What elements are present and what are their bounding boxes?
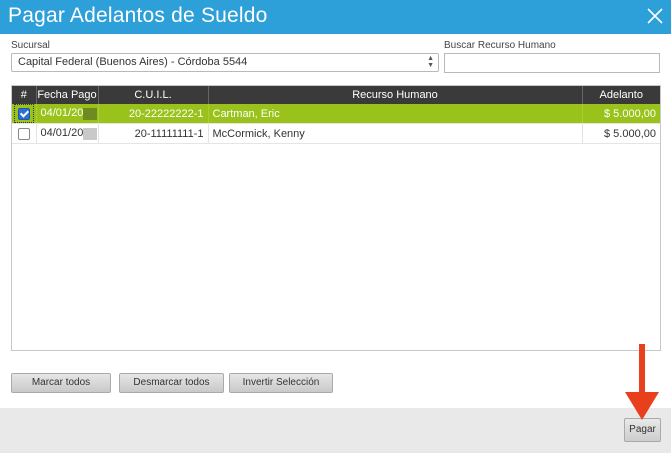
date-cell: 04/01/20 bbox=[36, 123, 99, 144]
col-header-cuil[interactable]: C.U.I.L. bbox=[98, 86, 209, 104]
deselect-all-button[interactable]: Desmarcar todos bbox=[119, 373, 224, 393]
table-row[interactable]: 04/01/20 20-22222222-1 Cartman, Eric $ 5… bbox=[12, 104, 660, 124]
dialog-titlebar: Pagar Adelantos de Sueldo bbox=[0, 0, 671, 34]
branch-select[interactable]: Capital Federal (Buenos Aires) - Córdoba… bbox=[11, 53, 439, 72]
row-checkbox[interactable] bbox=[17, 127, 30, 140]
row-checkbox-cell bbox=[12, 123, 37, 144]
advances-grid: # Fecha Pago C.U.I.L. Recurso Humano Ade… bbox=[11, 85, 661, 351]
date-text: 04/01/20 bbox=[40, 127, 84, 140]
name-cell: Cartman, Eric bbox=[208, 104, 583, 124]
search-input[interactable] bbox=[444, 53, 660, 73]
row-checkbox-focus bbox=[13, 104, 34, 123]
name-cell: McCormick, Kenny bbox=[208, 123, 583, 144]
col-header-index: # bbox=[12, 86, 37, 104]
amount-cell: $ 5.000,00 bbox=[582, 123, 660, 144]
col-header-name[interactable]: Recurso Humano bbox=[208, 86, 583, 104]
branch-select-value: Capital Federal (Buenos Aires) - Córdoba… bbox=[18, 56, 248, 68]
branch-label: Sucursal bbox=[11, 40, 50, 51]
search-label: Buscar Recurso Humano bbox=[444, 40, 556, 51]
cuil-cell: 20-22222222-1 bbox=[98, 104, 209, 124]
select-all-button[interactable]: Marcar todos bbox=[11, 373, 111, 393]
annotation-arrow-icon bbox=[625, 344, 659, 420]
col-header-amount[interactable]: Adelanto bbox=[582, 86, 660, 104]
dialog-title: Pagar Adelantos de Sueldo bbox=[8, 4, 268, 27]
redacted-block bbox=[83, 127, 97, 140]
table-row[interactable]: 04/01/20 20-11111111-1 McCormick, Kenny … bbox=[12, 123, 660, 144]
row-checkbox-cell bbox=[12, 104, 37, 124]
table-header-row: # Fecha Pago C.U.I.L. Recurso Humano Ade… bbox=[12, 86, 660, 104]
dialog-footer bbox=[0, 408, 671, 453]
redacted-block bbox=[83, 107, 97, 120]
col-header-date[interactable]: Fecha Pago bbox=[36, 86, 99, 104]
select-arrows-icon: ▲ ▼ bbox=[427, 55, 434, 69]
date-cell: 04/01/20 bbox=[36, 104, 99, 124]
cuil-cell: 20-11111111-1 bbox=[98, 123, 209, 144]
invert-selection-button[interactable]: Invertir Selección bbox=[229, 373, 333, 393]
amount-cell: $ 5.000,00 bbox=[582, 104, 660, 124]
advances-table: # Fecha Pago C.U.I.L. Recurso Humano Ade… bbox=[12, 86, 660, 144]
close-icon[interactable] bbox=[645, 6, 665, 26]
row-checkbox[interactable] bbox=[17, 107, 30, 120]
date-text: 04/01/20 bbox=[40, 107, 84, 120]
